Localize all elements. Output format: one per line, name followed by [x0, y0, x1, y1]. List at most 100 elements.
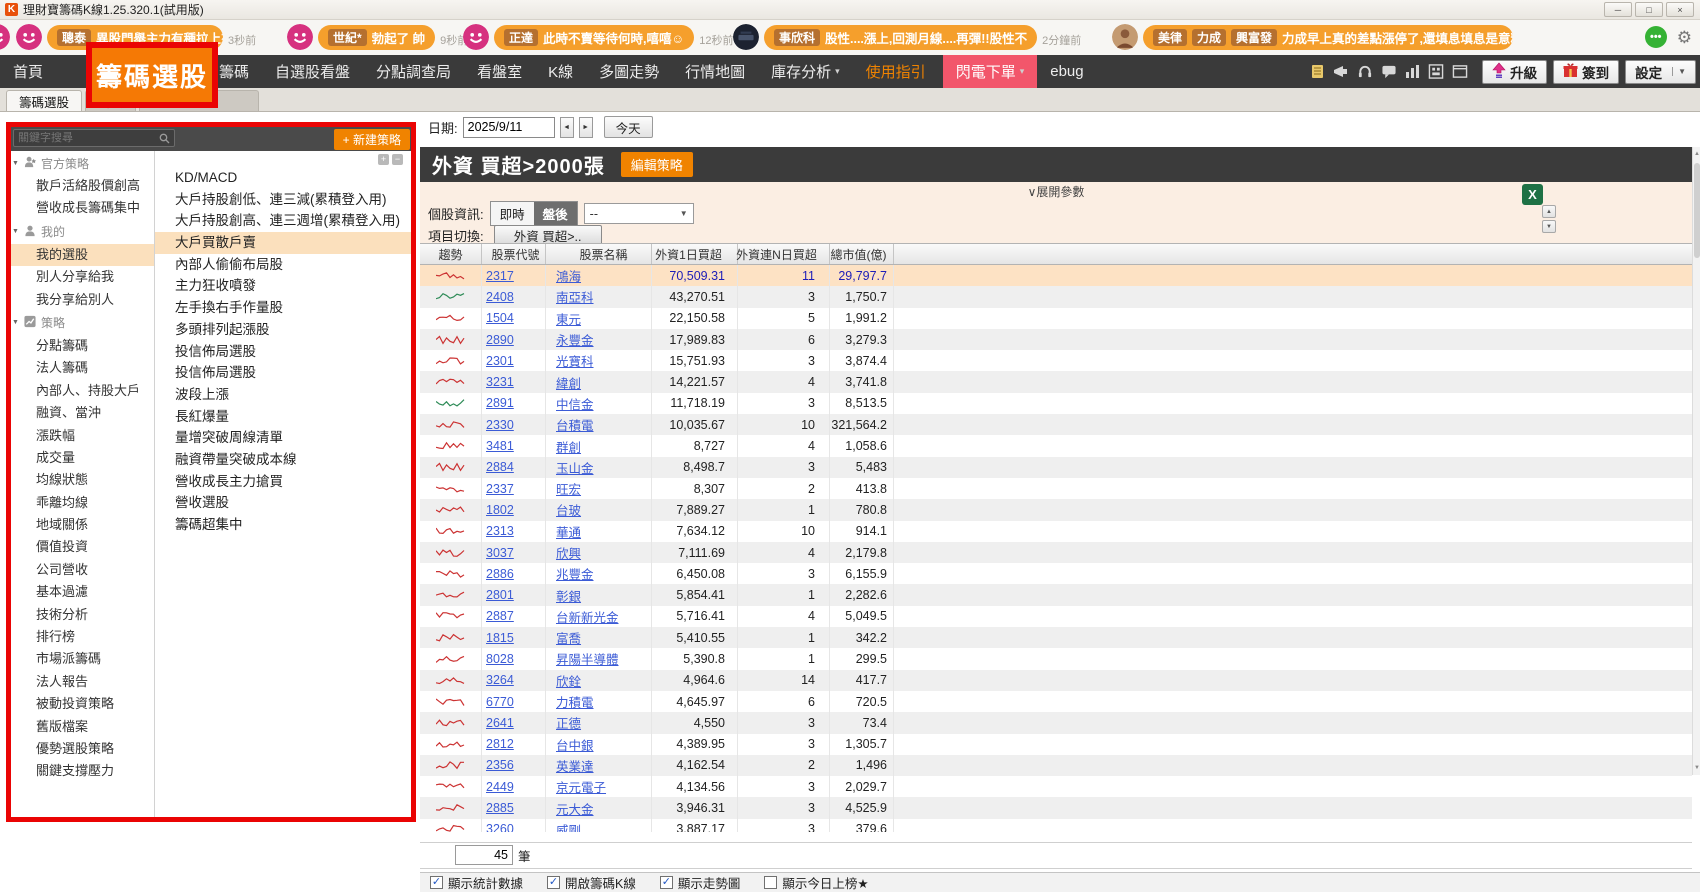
sidebar-item-分點籌碼[interactable]: 分點籌碼	[8, 335, 154, 357]
nav-item-自選股看盤[interactable]: 自選股看盤	[262, 55, 363, 88]
strategy-item[interactable]: 融資帶量突破成本線	[155, 449, 416, 471]
strategy-item[interactable]: 波段上漲	[155, 384, 416, 406]
stock-name-link[interactable]: 旺宏	[556, 479, 581, 498]
stock-tag-chip[interactable]: 世紀*	[328, 29, 367, 46]
display-option-顯示今日上榜★[interactable]: 顯示今日上榜★	[764, 873, 868, 892]
qr-icon[interactable]	[1428, 64, 1444, 79]
realtime-toggle[interactable]: 即時	[491, 202, 534, 225]
sidebar-item-我的選股[interactable]: 我的選股	[8, 244, 154, 266]
table-row[interactable]: 2890永豐金17,989.8363,279.3	[420, 329, 1692, 350]
strategy-item[interactable]: 營收選股	[155, 492, 416, 514]
strategy-item[interactable]: 量增突破周線清單	[155, 427, 416, 449]
strategy-item[interactable]: 長紅爆量	[155, 406, 416, 428]
sidebar-section-header[interactable]: ▼官方策略	[8, 151, 154, 175]
strategy-search-box[interactable]	[13, 129, 175, 147]
stock-name-link[interactable]: 欣銓	[556, 671, 581, 690]
stock-name-link[interactable]: 兆豐金	[556, 564, 594, 583]
stock-name-link[interactable]: 彰銀	[556, 586, 581, 605]
stock-name-link[interactable]: 昇陽半導體	[556, 649, 619, 668]
vertical-scrollbar[interactable]: ▲ ▼	[1692, 147, 1700, 775]
table-row[interactable]: 6770力積電4,645.976720.5	[420, 691, 1692, 712]
stock-name-link[interactable]: 力積電	[556, 692, 594, 711]
display-option-開啟籌碼K線[interactable]: ✓開啟籌碼K線	[547, 873, 636, 892]
strategy-item[interactable]: 主力狂收噴發	[155, 275, 416, 297]
sidebar-section-header[interactable]: ▼我的	[8, 220, 154, 244]
sidebar-item-價值投資[interactable]: 價值投資	[8, 536, 154, 558]
stock-code-link[interactable]: 2891	[486, 396, 514, 410]
sidebar-item-法人籌碼[interactable]: 法人籌碼	[8, 357, 154, 379]
sidebar-item-排行榜[interactable]: 排行榜	[8, 626, 154, 648]
nav-item-閃電下單[interactable]: 閃電下單▾	[943, 55, 1038, 88]
stock-code-link[interactable]: 1504	[486, 311, 514, 325]
stock-code-link[interactable]: 2890	[486, 333, 514, 347]
scroll-up-button[interactable]: ▲	[1542, 205, 1556, 218]
stock-name-link[interactable]: 玉山金	[556, 458, 594, 477]
設定-button[interactable]: 設定▼	[1625, 60, 1696, 84]
message-bubble[interactable]: 事欣科股性....漲上,回測月線....再彈!!股性不	[764, 25, 1037, 50]
table-row[interactable]: 2884玉山金8,498.735,483	[420, 457, 1692, 478]
table-row[interactable]: 3260威剛3,887.173379.6	[420, 819, 1692, 832]
sidebar-item-基本過濾[interactable]: 基本過濾	[8, 581, 154, 603]
nav-item-使用指引[interactable]: 使用指引	[853, 55, 939, 88]
new-strategy-button[interactable]: + 新建策略	[334, 129, 410, 150]
sidebar-item-公司營收[interactable]: 公司營收	[8, 559, 154, 581]
nav-item-看盤室[interactable]: 看盤室	[464, 55, 535, 88]
close-button[interactable]: ×	[1666, 2, 1694, 17]
stock-tag-chip[interactable]: 事欣科	[774, 29, 820, 46]
table-row[interactable]: 2449京元電子4,134.5632,029.7	[420, 776, 1692, 797]
stock-name-link[interactable]: 華通	[556, 522, 581, 541]
stock-code-link[interactable]: 2313	[486, 524, 514, 538]
strategy-item[interactable]: 營收成長主力搶買	[155, 471, 416, 493]
strategy-item[interactable]: 大戶持股創低、連三減(累積登入用)	[155, 189, 416, 211]
升級-button[interactable]: 升級	[1482, 60, 1547, 84]
sidebar-item-舊版檔案[interactable]: 舊版檔案	[8, 716, 154, 738]
stock-code-link[interactable]: 3264	[486, 673, 514, 687]
chat-bubble-icon[interactable]: •••	[1645, 26, 1667, 48]
stock-code-link[interactable]: 2449	[486, 780, 514, 794]
stock-name-link[interactable]: 正德	[556, 713, 581, 732]
chevron-down-icon[interactable]: ▼	[1672, 67, 1686, 76]
item-switch-button[interactable]: 外資 買超>..	[494, 225, 602, 245]
stock-code-link[interactable]: 6770	[486, 695, 514, 709]
stock-code-link[interactable]: 2812	[486, 737, 514, 751]
stock-code-link[interactable]: 2356	[486, 758, 514, 772]
sidebar-item-成交量[interactable]: 成交量	[8, 447, 154, 469]
scroll-down-button[interactable]: ▼	[1542, 220, 1556, 233]
table-row[interactable]: 2885元大金3,946.3134,525.9	[420, 797, 1692, 818]
strategy-item[interactable]: 大戶持股創高、連三週增(累積登入用)	[155, 210, 416, 232]
sidebar-item-關鍵支撐壓力[interactable]: 關鍵支撐壓力	[8, 760, 154, 782]
sidebar-item-法人報告[interactable]: 法人報告	[8, 671, 154, 693]
table-row[interactable]: 2313華通7,634.1210914.1	[420, 521, 1692, 542]
notebook-icon[interactable]	[1310, 64, 1325, 79]
table-row[interactable]: 8028昇陽半導體5,390.81299.5	[420, 648, 1692, 669]
table-row[interactable]: 2887台新新光金5,716.4145,049.5	[420, 606, 1692, 627]
gear-icon[interactable]: ⚙	[1677, 29, 1692, 46]
stock-code-link[interactable]: 2887	[486, 609, 514, 623]
nav-item-ebug[interactable]: ebug	[1037, 55, 1096, 88]
table-row[interactable]: 1802台玻7,889.271780.8	[420, 499, 1692, 520]
sidebar-item-漲跌幅[interactable]: 漲跌幅	[8, 425, 154, 447]
strategy-item[interactable]: KD/MACD	[155, 167, 416, 189]
table-row[interactable]: 2356英業達4,162.5421,496	[420, 755, 1692, 776]
column-header-股票代號[interactable]: 股票代號	[482, 244, 546, 264]
message-bubble[interactable]: 世紀*勃起了 帥	[318, 25, 435, 50]
nav-item-首頁[interactable]: 首頁	[0, 55, 56, 88]
result-count-input[interactable]	[455, 845, 513, 865]
checkbox-icon[interactable]: ✓	[660, 876, 673, 889]
nav-item-多圖走勢[interactable]: 多圖走勢	[586, 55, 672, 88]
sidebar-item-內部人、持股大戶[interactable]: 內部人、持股大戶	[8, 380, 154, 402]
stock-name-link[interactable]: 欣興	[556, 543, 581, 562]
table-row[interactable]: 3037欣興7,111.6942,179.8	[420, 542, 1692, 563]
stock-name-link[interactable]: 南亞科	[556, 287, 594, 306]
sidebar-item-被動投資策略[interactable]: 被動投資策略	[8, 693, 154, 715]
stock-code-link[interactable]: 2317	[486, 269, 514, 283]
stock-name-link[interactable]: 光寶科	[556, 351, 594, 370]
sidebar-item-我分享給別人[interactable]: 我分享給別人	[8, 289, 154, 311]
message-bubble[interactable]: 美律力成興富發力成早上真的差點漲停了,還填息填息是意料之內,只是沒	[1143, 25, 1513, 50]
sidebar-item-乖離均線[interactable]: 乖離均線	[8, 492, 154, 514]
stock-name-link[interactable]: 緯創	[556, 373, 581, 392]
stock-code-link[interactable]: 2641	[486, 716, 514, 730]
chat-icon[interactable]	[1381, 64, 1397, 79]
sidebar-item-市場派籌碼[interactable]: 市場派籌碼	[8, 648, 154, 670]
checkbox-icon[interactable]	[764, 876, 777, 889]
